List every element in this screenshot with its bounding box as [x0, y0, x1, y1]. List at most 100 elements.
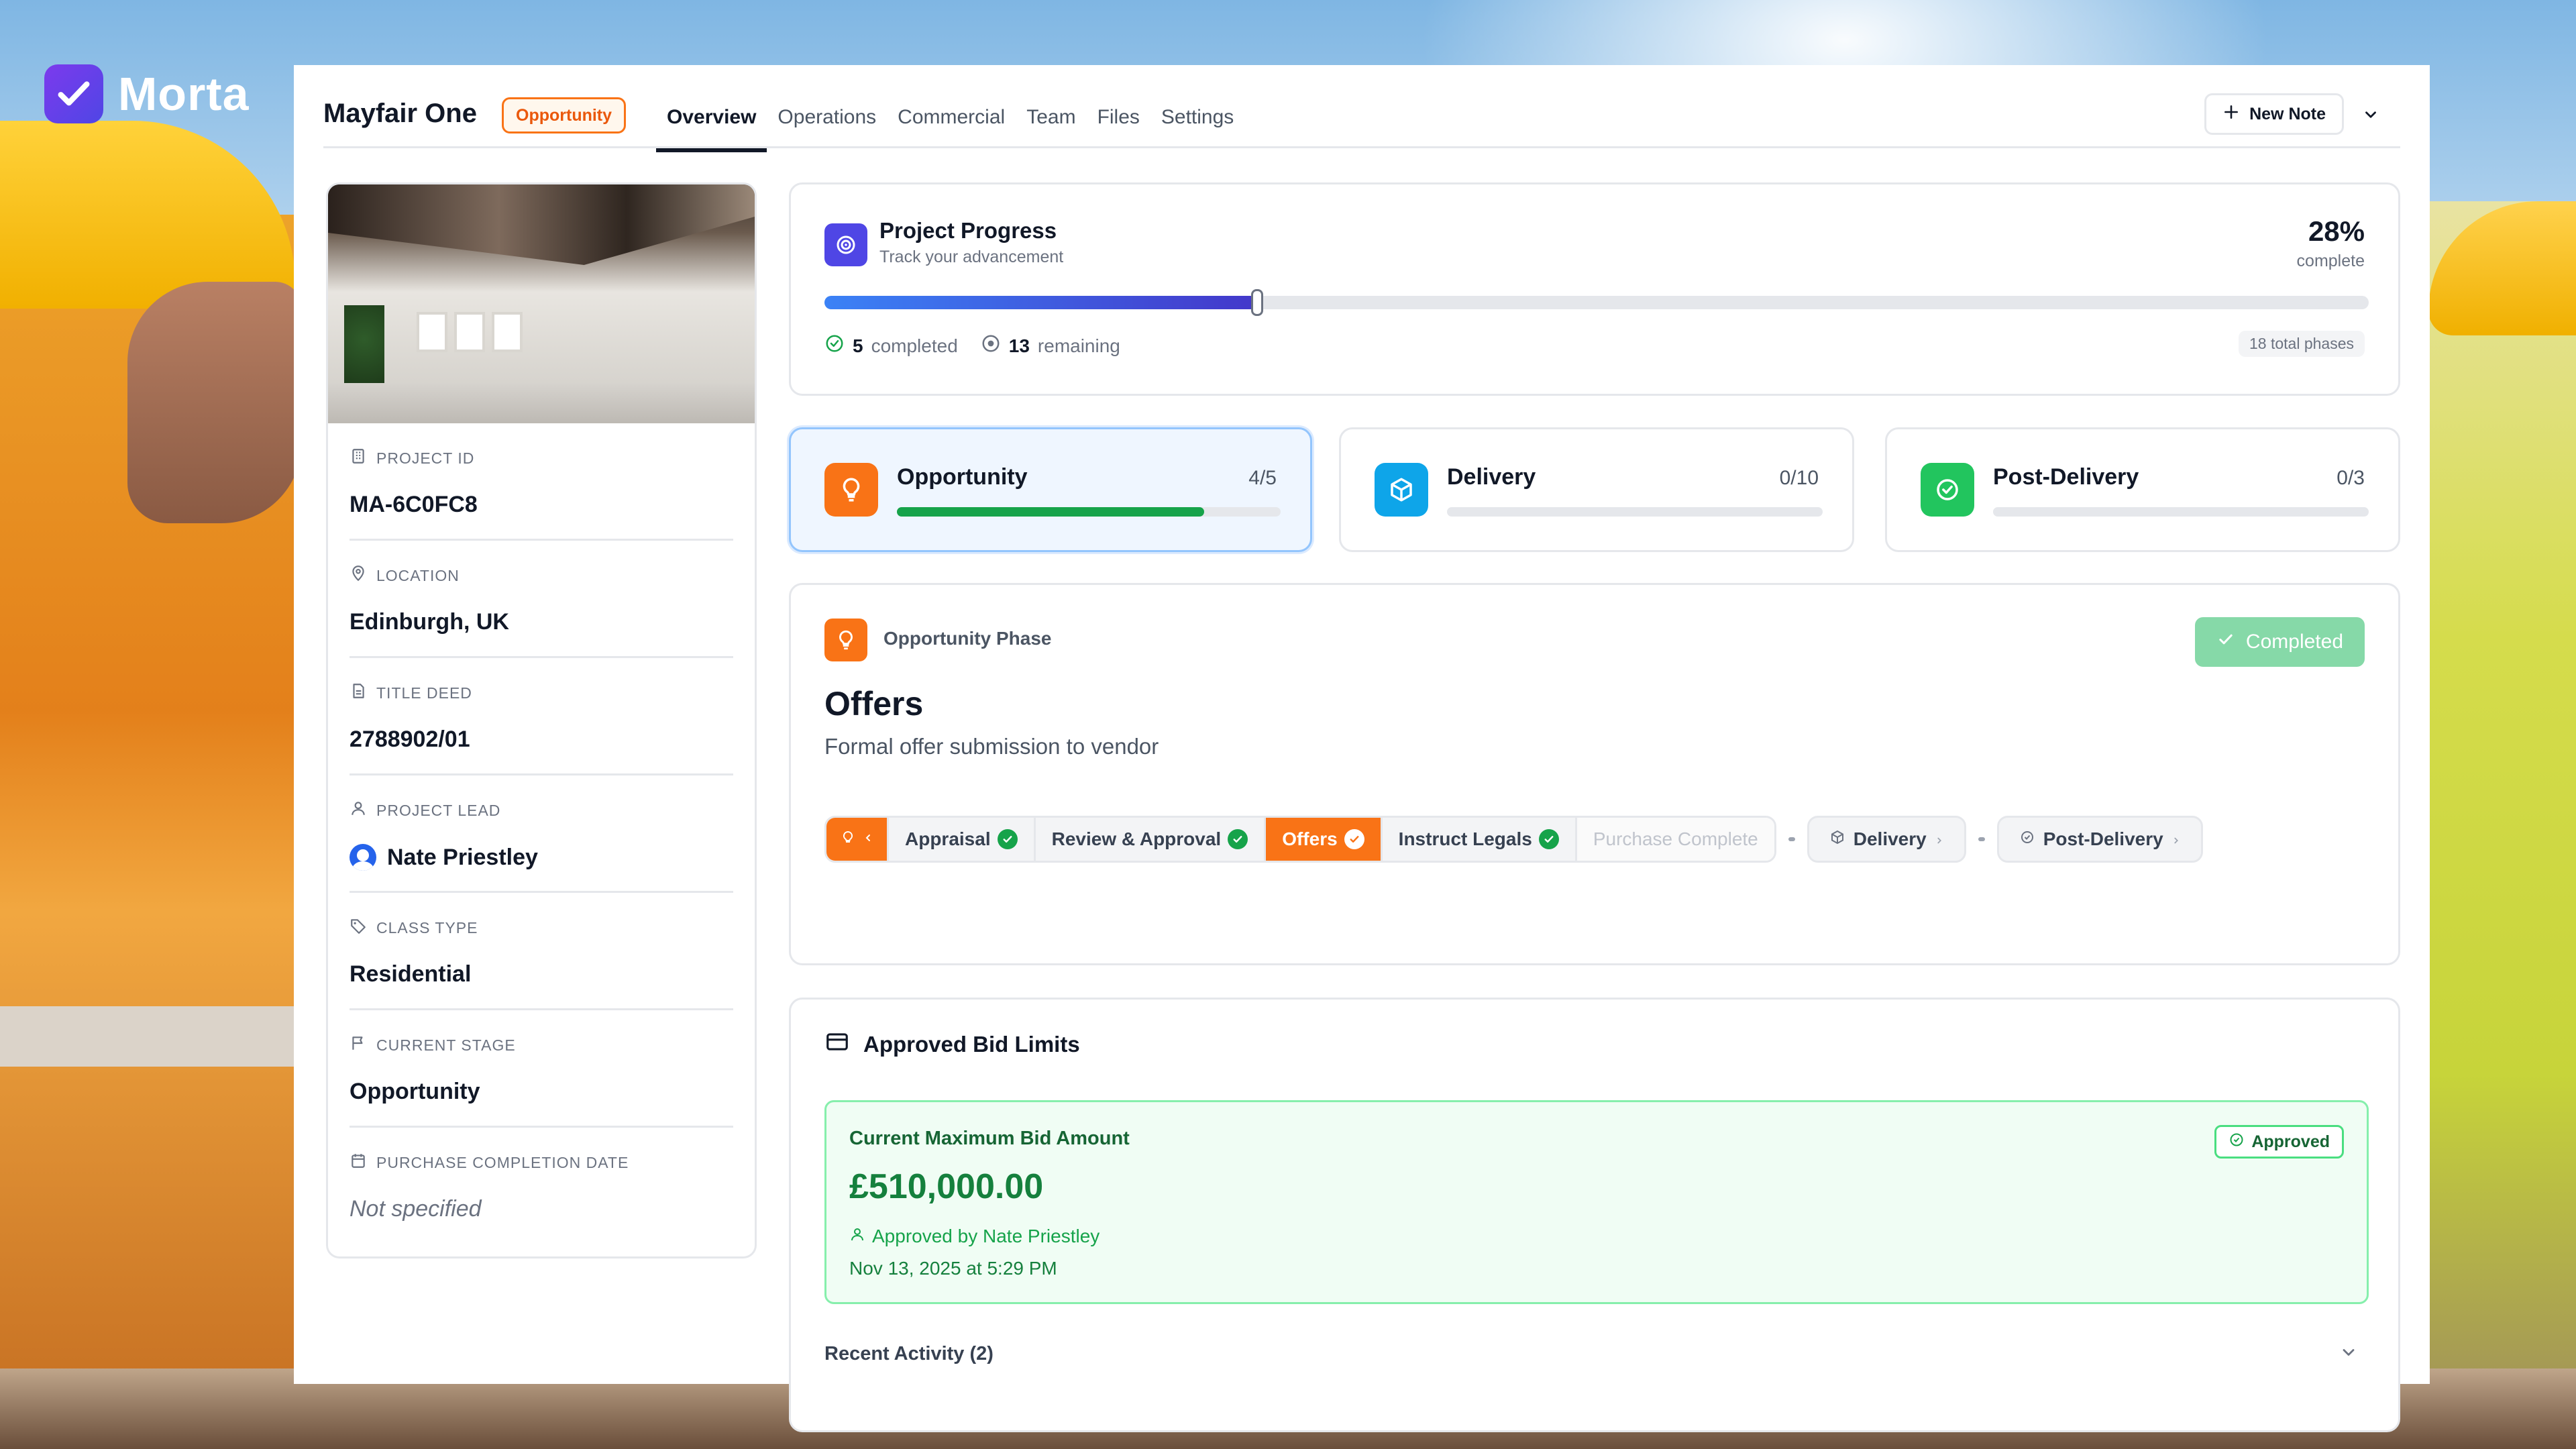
- step-review-approval[interactable]: Review & Approval: [1035, 818, 1267, 861]
- separator-dot: [1978, 837, 1985, 841]
- phase-label: Opportunity Phase: [883, 628, 1052, 649]
- phase-card-post-delivery[interactable]: Post-Delivery 0/3: [1885, 427, 2400, 552]
- tab-operations[interactable]: Operations: [767, 103, 887, 152]
- bid-amount-box: Current Maximum Bid Amount Approved £510…: [824, 1100, 2369, 1304]
- info-value: Residential: [350, 961, 472, 987]
- lightbulb-icon: [824, 463, 878, 517]
- step-instruct-legals[interactable]: Instruct Legals: [1382, 818, 1577, 861]
- info-value: Opportunity: [350, 1079, 480, 1104]
- chevron-down-icon: [2362, 106, 2379, 127]
- info-label: PURCHASE COMPLETION DATE: [376, 1153, 629, 1171]
- progress-stats: 5 completed 13 remaining: [824, 333, 1120, 358]
- check-circle-icon: [2229, 1132, 2245, 1152]
- check-circle-icon: [1538, 829, 1559, 849]
- phase-name: Opportunity: [897, 464, 1028, 490]
- info-label: PROJECT ID: [376, 449, 475, 467]
- recent-activity-toggle[interactable]: Recent Activity (2): [824, 1343, 994, 1365]
- info-title-deed: TITLE DEED 2788902/01: [350, 658, 733, 775]
- phase-card-delivery[interactable]: Delivery 0/10: [1339, 427, 1854, 552]
- approved-bid-limits-card: Approved Bid Limits Current Maximum Bid …: [789, 998, 2400, 1432]
- next-phase-delivery-button[interactable]: Delivery: [1807, 816, 1966, 863]
- plus-icon: [2222, 103, 2240, 125]
- check-circle-icon: [997, 829, 1018, 849]
- target-small-icon: [981, 333, 1001, 358]
- tab-bar: Overview Operations Commercial Team File…: [656, 103, 1244, 152]
- phase-progress-bar: [897, 507, 1281, 517]
- step-description: Formal offer submission to vendor: [824, 734, 1159, 759]
- opportunity-collapse-button[interactable]: [826, 818, 889, 861]
- info-label-row: PROJECT LEAD: [350, 800, 733, 821]
- remaining-stat: 13 remaining: [981, 333, 1120, 358]
- step-purchase-complete[interactable]: Purchase Complete: [1576, 818, 1774, 861]
- photo-window: [417, 312, 447, 352]
- box-icon: [1829, 828, 1845, 850]
- step-appraisal[interactable]: Appraisal: [889, 818, 1036, 861]
- flag-icon: [350, 1034, 367, 1056]
- chevron-down-icon[interactable]: [2339, 1343, 2358, 1365]
- remaining-label: remaining: [1037, 335, 1120, 356]
- next-phase-post-delivery-button[interactable]: Post-Delivery: [1996, 816, 2203, 863]
- check-circle-icon: [1921, 463, 1974, 517]
- project-info-card: PROJECT ID MA-6C0FC8 LOCATION Edinburgh,…: [326, 182, 757, 1258]
- approved-by-text: Approved by Nate Priestley: [872, 1226, 1100, 1246]
- chevron-left-icon: [863, 833, 873, 847]
- step-offers[interactable]: Offers: [1266, 818, 1383, 861]
- progress-bar-handle: [1250, 289, 1263, 316]
- phase-progress-bar: [1993, 507, 2369, 517]
- completed-label: Completed: [2245, 631, 2343, 653]
- new-note-button[interactable]: New Note: [2204, 93, 2344, 135]
- project-info-list: PROJECT ID MA-6C0FC8 LOCATION Edinburgh,…: [328, 423, 755, 1245]
- project-photo: [328, 184, 755, 423]
- step-label: Offers: [1282, 828, 1338, 849]
- checkmark-logo-icon: [44, 64, 103, 123]
- info-project-id: PROJECT ID MA-6C0FC8: [350, 423, 733, 541]
- remaining-count: 13: [1008, 335, 1030, 356]
- info-value: 2788902/01: [350, 727, 470, 752]
- info-label: PROJECT LEAD: [376, 801, 501, 819]
- phase-count: 4/5: [1248, 467, 1277, 489]
- building-icon: [350, 447, 367, 469]
- bid-section-header: Approved Bid Limits: [824, 1029, 1080, 1060]
- bid-section-title: Approved Bid Limits: [863, 1032, 1080, 1057]
- top-bar: Mayfair One Opportunity Overview Operati…: [323, 92, 2400, 152]
- tab-files[interactable]: Files: [1087, 103, 1150, 152]
- phase-card-opportunity[interactable]: Opportunity 4/5: [789, 427, 1312, 552]
- opportunity-steps: Appraisal Review & Approval Offers Instr…: [824, 816, 1776, 863]
- avatar: [350, 844, 376, 871]
- chevron-right-icon: [2171, 828, 2181, 850]
- progress-percent: 28%: [2308, 215, 2365, 247]
- more-menu-button[interactable]: [2357, 103, 2384, 129]
- tab-overview[interactable]: Overview: [656, 103, 767, 152]
- check-circle-icon: [1344, 829, 1364, 849]
- info-label: TITLE DEED: [376, 684, 472, 702]
- phase-progress-fill: [897, 507, 1204, 517]
- tab-team[interactable]: Team: [1016, 103, 1086, 152]
- completed-button[interactable]: Completed: [2194, 617, 2365, 667]
- project-progress-card: Project Progress Track your advancement …: [789, 182, 2400, 396]
- info-label: CLASS TYPE: [376, 918, 478, 936]
- info-label-row: PURCHASE COMPLETION DATE: [350, 1152, 733, 1173]
- phase-count: 0/10: [1779, 467, 1819, 489]
- info-purchase-completion-date: PURCHASE COMPLETION DATE Not specified: [350, 1128, 733, 1245]
- info-value-row: Nate Priestley: [350, 844, 733, 871]
- box-icon: [1375, 463, 1428, 517]
- credit-card-icon: [824, 1029, 850, 1060]
- document-icon: [350, 682, 367, 704]
- tab-commercial[interactable]: Commercial: [887, 103, 1016, 152]
- photo-roof: [328, 184, 755, 265]
- worker-left-reflective-stripe: [0, 1006, 309, 1067]
- lightbulb-icon: [840, 830, 856, 849]
- progress-bar-fill: [824, 296, 1257, 309]
- phase-progress-bar: [1447, 507, 1823, 517]
- info-label-row: PROJECT ID: [350, 447, 733, 469]
- tag-icon: [350, 917, 367, 938]
- info-project-lead: PROJECT LEAD Nate Priestley: [350, 775, 733, 893]
- step-label: Instruct Legals: [1398, 828, 1532, 849]
- tab-settings[interactable]: Settings: [1150, 103, 1244, 152]
- chevron-right-icon: [1935, 828, 1944, 850]
- progress-bar: [824, 289, 2369, 316]
- info-label-row: TITLE DEED: [350, 682, 733, 704]
- info-value: MA-6C0FC8: [350, 492, 478, 517]
- map-pin-icon: [350, 565, 367, 586]
- photo-floor: [328, 383, 755, 423]
